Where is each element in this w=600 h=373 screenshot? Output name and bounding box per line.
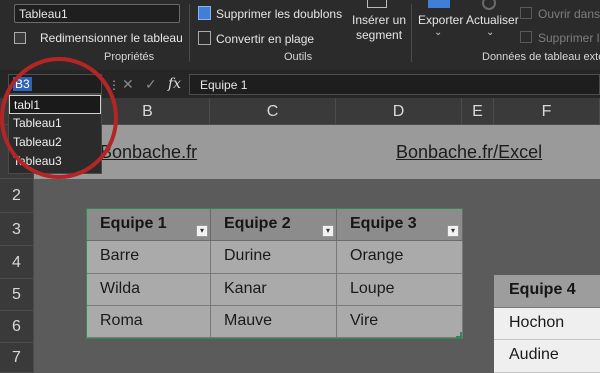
table-cell[interactable]: Kanar bbox=[211, 274, 337, 306]
filter-dropdown-icon[interactable]: ▾ bbox=[196, 225, 208, 237]
column-header-c[interactable]: C bbox=[210, 98, 336, 125]
table-cell[interactable]: Mauve bbox=[211, 306, 337, 338]
unlink-icon bbox=[520, 31, 532, 43]
insert-slicer-label-line1: Insérer un bbox=[352, 13, 407, 27]
column-header-d[interactable]: D bbox=[336, 98, 462, 125]
row-header-6[interactable]: 6 bbox=[0, 311, 34, 343]
table-cell[interactable]: Roma bbox=[87, 306, 211, 338]
table-header-cell[interactable]: Equipe 2 bbox=[211, 209, 337, 241]
row-header-3[interactable]: 3 bbox=[0, 213, 34, 246]
table-resize-handle[interactable] bbox=[456, 332, 462, 338]
refresh-icon bbox=[482, 0, 496, 10]
open-in-browser-icon bbox=[520, 7, 532, 19]
table-cell[interactable]: Durine bbox=[211, 241, 337, 274]
table-cell[interactable]: Loupe bbox=[337, 274, 463, 306]
table-cell[interactable]: Vire bbox=[337, 306, 463, 338]
group-label-tools: Outils bbox=[284, 51, 313, 63]
convert-to-range-label: Convertir en plage bbox=[216, 32, 315, 46]
table-header-label: Equipe 3 bbox=[350, 215, 417, 232]
table-header-cell[interactable]: Equipe 3 bbox=[337, 209, 463, 241]
resize-table-label: Redimensionner le tableau bbox=[40, 31, 183, 45]
table-cell[interactable]: Barre bbox=[87, 241, 211, 274]
table-header-cell[interactable]: Equipe 1 bbox=[87, 209, 211, 241]
insert-slicer-label-line2: segment bbox=[356, 28, 403, 42]
link-bonbache-excel[interactable]: Bonbache.fr/Excel bbox=[396, 142, 542, 163]
export-icon bbox=[428, 0, 450, 8]
chevron-down-icon: ⌄ bbox=[486, 27, 495, 38]
table-header-label: Equipe 1 bbox=[100, 215, 167, 232]
link-bonbache[interactable]: Bonbache.fr bbox=[100, 142, 197, 163]
ribbon: Tableau1 Redimensionner le tableau Propr… bbox=[0, 0, 600, 70]
chevron-down-icon: ⌄ bbox=[434, 27, 443, 38]
unlink-label: Supprimer la bbox=[538, 31, 600, 45]
resize-table-icon bbox=[14, 32, 26, 44]
row-header-4[interactable]: 4 bbox=[0, 246, 34, 279]
highlight-circle bbox=[0, 57, 118, 179]
open-in-browser-label: Ouvrir dans l bbox=[538, 7, 600, 21]
group-label-external-data: Données de tableau externe bbox=[482, 51, 600, 63]
refresh-label: Actualiser bbox=[466, 13, 519, 27]
filter-dropdown-icon[interactable]: ▾ bbox=[447, 225, 459, 237]
table-cell[interactable]: Wilda bbox=[87, 274, 211, 306]
remove-duplicates-label: Supprimer les doublons bbox=[216, 7, 343, 21]
group-label-properties: Propriétés bbox=[104, 51, 155, 63]
table-header-label: Equipe 2 bbox=[224, 215, 291, 232]
enter-icon[interactable]: ✓ bbox=[145, 76, 157, 93]
column-header-f[interactable]: F bbox=[494, 98, 600, 125]
table-cell[interactable]: Hochon bbox=[494, 308, 600, 340]
column-header-e[interactable]: E bbox=[462, 98, 494, 125]
export-label: Exporter bbox=[418, 13, 464, 27]
remove-duplicates-icon bbox=[198, 6, 211, 20]
table-header-cell[interactable]: Equipe 4 bbox=[494, 275, 600, 308]
cancel-icon[interactable]: ✕ bbox=[122, 76, 134, 93]
refresh-button[interactable]: Actualiser ⌄ bbox=[466, 0, 519, 44]
table-cell[interactable]: Orange bbox=[337, 241, 463, 274]
convert-to-range-icon bbox=[198, 31, 211, 45]
insert-function-icon[interactable]: fx bbox=[168, 76, 181, 92]
insert-slicer-button[interactable]: Insérer un segment bbox=[352, 0, 407, 48]
row-header-5[interactable]: 5 bbox=[0, 279, 34, 311]
formula-input[interactable]: Equipe 1 bbox=[189, 74, 600, 95]
ribbon-separator bbox=[189, 4, 190, 62]
table-cell[interactable]: Audine bbox=[494, 340, 600, 373]
export-button[interactable]: Exporter ⌄ bbox=[418, 0, 464, 44]
filter-dropdown-icon[interactable]: ▾ bbox=[322, 225, 334, 237]
row-header-2[interactable]: 2 bbox=[0, 179, 34, 213]
ribbon-separator bbox=[411, 4, 412, 62]
slicer-icon bbox=[367, 0, 387, 8]
row-header-7[interactable]: 7 bbox=[0, 343, 34, 373]
table-1: Equipe 1 ▾ Equipe 2 ▾ Equipe 3 ▾ Barre D… bbox=[86, 208, 463, 339]
table-name-input[interactable]: Tableau1 bbox=[14, 4, 180, 23]
